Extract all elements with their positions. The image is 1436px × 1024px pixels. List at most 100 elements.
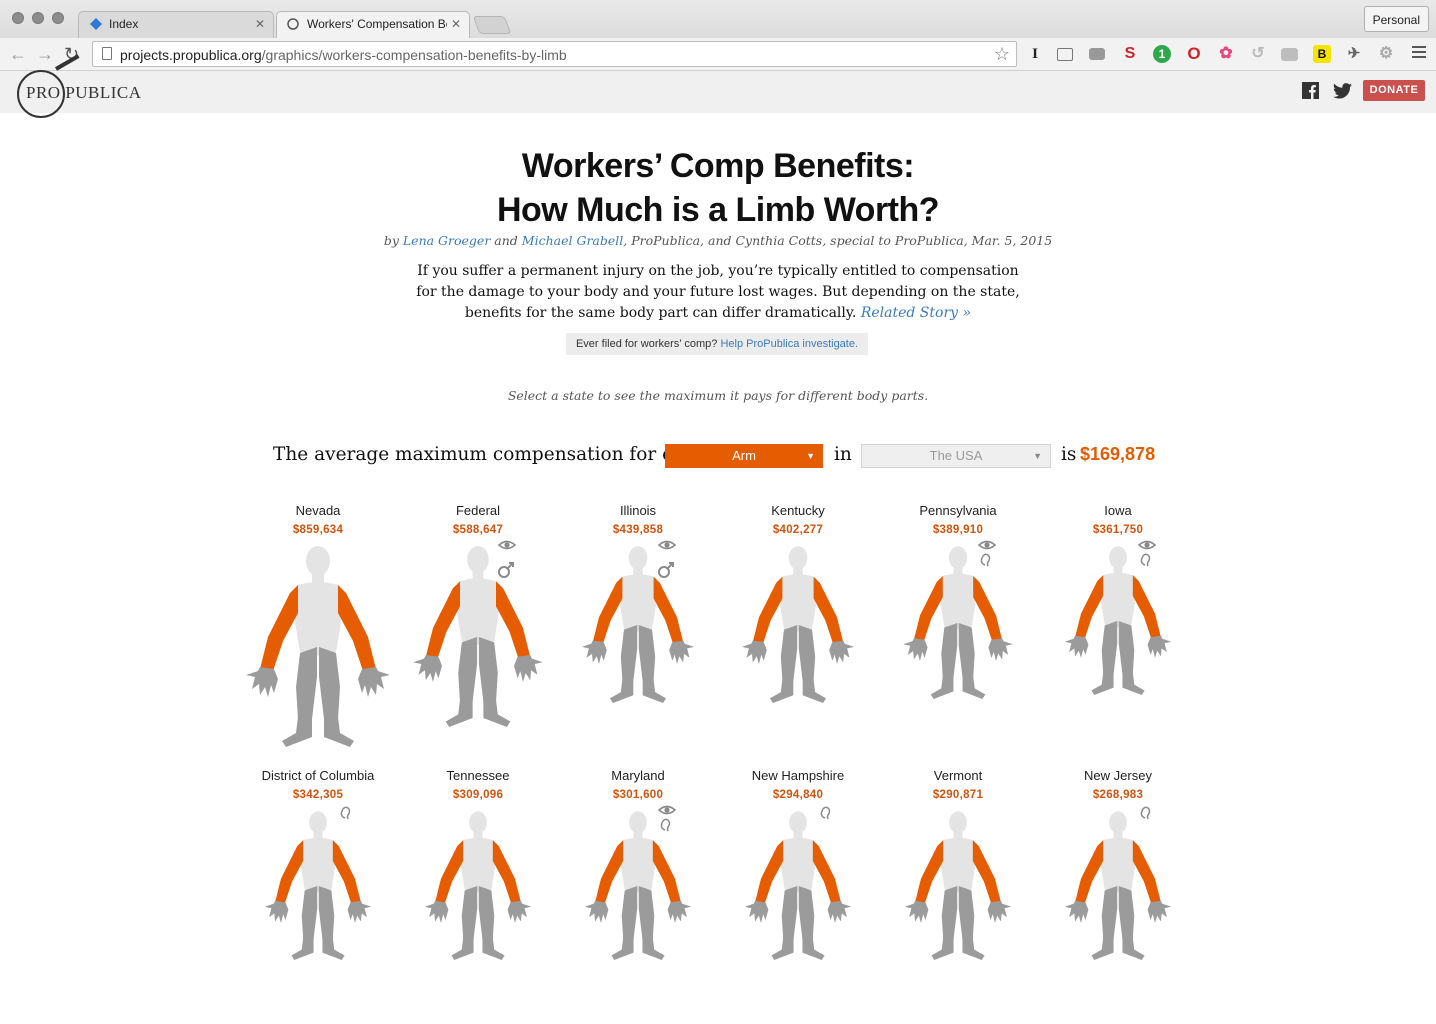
- right-foot: [483, 700, 511, 727]
- right-arm: [1132, 575, 1161, 639]
- right-hand: [507, 900, 532, 923]
- tab-close-icon[interactable]: ✕: [451, 17, 461, 31]
- maximize-window-icon[interactable]: [52, 12, 64, 24]
- right-arm: [338, 585, 376, 671]
- selector-lead: The average maximum compensation for one: [273, 444, 697, 465]
- new-tab-button[interactable]: [472, 16, 512, 34]
- head: [469, 811, 487, 839]
- left-arm: [592, 576, 623, 644]
- head: [1109, 546, 1127, 574]
- b-extension-icon[interactable]: B: [1313, 45, 1331, 63]
- author-link-1[interactable]: Lena Groeger: [403, 233, 490, 248]
- select-state-hint: Select a state to see the maximum it pay…: [507, 388, 929, 403]
- help-investigate-link[interactable]: Help ProPublica investigate.: [720, 338, 858, 350]
- body-figure[interactable]: [558, 804, 718, 1024]
- right-hand: [1147, 635, 1172, 658]
- back-icon[interactable]: ←: [9, 44, 27, 64]
- logo-text[interactable]: PRO PUBLICA: [26, 83, 142, 103]
- left-hand: [1064, 635, 1089, 658]
- gear-extension-icon[interactable]: ⚙: [1377, 45, 1395, 63]
- left-foot: [609, 679, 634, 703]
- right-arm: [1132, 840, 1161, 904]
- refresh-extension-icon[interactable]: ↺: [1249, 45, 1267, 63]
- body-figure[interactable]: [398, 539, 558, 759]
- torso: [1100, 572, 1136, 628]
- left-leg: [781, 886, 798, 940]
- eye-icon: [657, 805, 677, 815]
- body-figure[interactable]: [878, 539, 1038, 759]
- screen-extension-icon[interactable]: [1281, 48, 1298, 61]
- body-figure[interactable]: [1038, 804, 1198, 1024]
- cast-icon[interactable]: [1057, 48, 1073, 61]
- title-line-2: How Much is a Limb Worth?: [496, 191, 940, 229]
- tab-index[interactable]: Index ✕: [78, 11, 274, 38]
- green-extension-icon[interactable]: 1: [1153, 45, 1171, 63]
- bookmark-star-icon[interactable]: ☆: [994, 44, 1010, 65]
- torso: [780, 837, 816, 893]
- author-link-2[interactable]: Michael Grabell: [522, 233, 623, 248]
- camera-icon[interactable]: [1089, 48, 1105, 60]
- body-figure[interactable]: [718, 804, 878, 1024]
- url-text[interactable]: projects.propublica.org/graphics/workers…: [120, 47, 567, 63]
- tab-workers-comp[interactable]: Workers' Compensation Be ✕: [276, 11, 470, 38]
- tab-close-icon[interactable]: ✕: [255, 17, 265, 31]
- left-arm: [1075, 840, 1104, 904]
- right-foot: [802, 937, 825, 960]
- left-hand: [744, 900, 769, 923]
- body-figure[interactable]: [558, 539, 718, 759]
- address-bar[interactable]: projects.propublica.org/graphics/workers…: [92, 41, 1017, 67]
- state-name: District of Columbia: [261, 768, 375, 783]
- male-icon: [658, 562, 674, 578]
- body-part-value: Arm: [732, 448, 756, 463]
- site-header: [0, 71, 1436, 113]
- ear-icon: [820, 806, 831, 820]
- left-hand: [413, 655, 442, 682]
- head: [949, 811, 967, 839]
- bird-extension-icon[interactable]: ✿: [1217, 45, 1235, 63]
- body-figure[interactable]: [1038, 539, 1198, 759]
- profile-button[interactable]: Personal: [1363, 6, 1429, 32]
- eye-icon: [657, 540, 677, 550]
- state-name: Pennsylvania: [919, 503, 997, 518]
- minimize-window-icon[interactable]: [32, 12, 44, 24]
- close-window-icon[interactable]: [12, 12, 24, 24]
- browser-tab-bar: Index ✕ Workers' Compensation Be ✕ Perso…: [0, 0, 1436, 38]
- donate-button[interactable]: DONATE: [1363, 80, 1425, 101]
- state-amount: $294,840: [772, 789, 824, 801]
- left-arm: [755, 840, 784, 904]
- body-part-select[interactable]: Arm ▼: [665, 444, 823, 468]
- right-foot: [1122, 937, 1145, 960]
- left-arm: [915, 840, 944, 904]
- body-figure[interactable]: [238, 804, 398, 1024]
- body-figure[interactable]: [238, 539, 398, 759]
- forward-icon[interactable]: →: [36, 44, 54, 64]
- body-figure[interactable]: [878, 804, 1038, 1024]
- right-arm: [813, 576, 844, 644]
- pin-extension-icon[interactable]: ✈: [1345, 45, 1363, 63]
- left-arm: [275, 840, 304, 904]
- left-arm: [752, 576, 783, 644]
- right-foot: [962, 676, 986, 699]
- state-name: Vermont: [933, 768, 983, 783]
- s-extension-icon[interactable]: S: [1121, 45, 1139, 63]
- right-arm: [652, 840, 681, 904]
- state-select[interactable]: The USA ▼: [861, 444, 1051, 468]
- instapaper-icon[interactable]: I: [1026, 45, 1044, 63]
- related-story-link[interactable]: Related Story »: [861, 305, 971, 321]
- right-hand: [987, 900, 1012, 923]
- body-figure[interactable]: [718, 539, 878, 759]
- left-arm: [260, 585, 298, 671]
- title-line-1: Workers’ Comp Benefits:: [521, 147, 915, 185]
- facebook-icon[interactable]: [1302, 82, 1319, 99]
- state-name: Kentucky: [771, 503, 825, 518]
- state-name: Tennessee: [446, 768, 510, 783]
- body-figure[interactable]: [398, 804, 558, 1024]
- right-arm: [496, 581, 531, 659]
- state-name: Iowa: [1104, 503, 1132, 518]
- opera-icon[interactable]: O: [1185, 45, 1203, 63]
- twitter-icon[interactable]: [1333, 83, 1352, 99]
- byline-by: by: [383, 233, 399, 248]
- menu-icon[interactable]: [1412, 46, 1426, 61]
- right-arm: [653, 576, 684, 644]
- left-leg: [941, 886, 958, 940]
